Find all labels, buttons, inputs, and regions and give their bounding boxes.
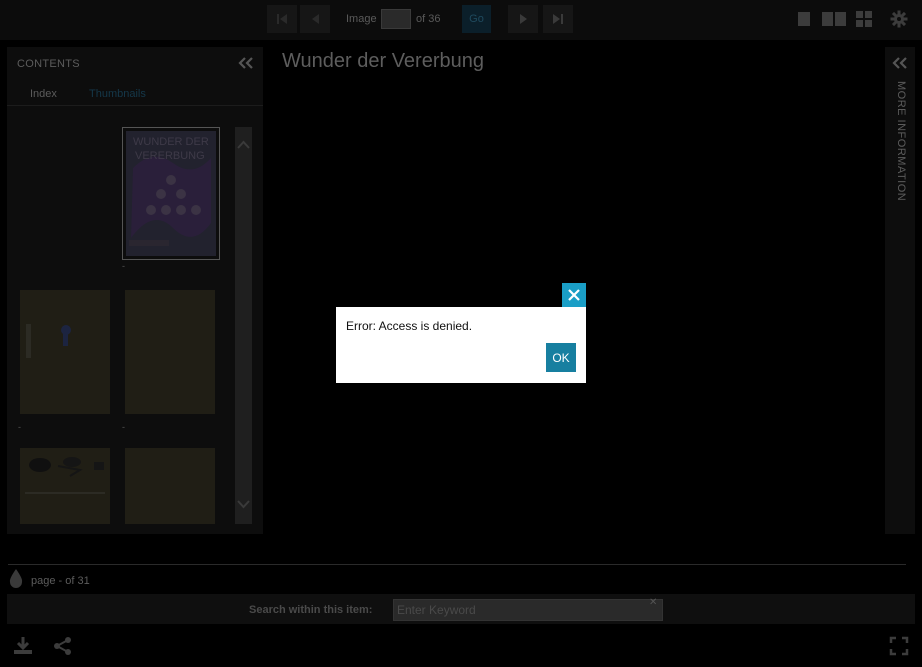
first-page-button[interactable] <box>267 5 297 33</box>
close-dialog-button[interactable] <box>562 283 586 307</box>
contents-panel: CONTENTS Index Thumbnails WUNDER DER VER… <box>7 47 263 534</box>
gallery-view-button[interactable] <box>852 5 876 33</box>
last-page-icon <box>553 14 563 24</box>
thumbnail-item[interactable] <box>20 290 110 414</box>
thumbnail-label: - <box>18 422 21 432</box>
more-information-panel: MORE INFORMATION <box>885 47 915 534</box>
tab-index[interactable]: Index <box>30 88 57 100</box>
image-count: of 36 <box>416 13 441 25</box>
gallery-view-icon <box>856 11 872 27</box>
two-page-view-button[interactable] <box>820 5 848 33</box>
ok-button[interactable]: OK <box>546 343 576 372</box>
double-chevron-left-icon <box>892 57 907 69</box>
error-dialog: Error: Access is denied. OK <box>336 307 586 383</box>
last-page-button[interactable] <box>543 5 573 33</box>
fullscreen-icon <box>889 636 909 656</box>
contents-title: CONTENTS <box>17 58 80 70</box>
image-number-input[interactable] <box>381 9 411 29</box>
cover-title-line-1: WUNDER DER <box>133 136 209 148</box>
chevron-down-icon[interactable] <box>235 496 252 512</box>
two-page-view-icon <box>822 12 846 26</box>
thumbnail-item[interactable] <box>125 448 215 524</box>
drop-icon <box>9 569 23 588</box>
page-thumbnail-image <box>26 324 71 358</box>
thumbnail-item[interactable] <box>20 448 110 524</box>
collapse-contents-button[interactable] <box>238 56 254 75</box>
tab-thumbnails[interactable]: Thumbnails <box>89 88 146 100</box>
thumbnail-label: - <box>122 422 125 432</box>
cover-thumbnail-image: WUNDER DER VERERBUNG <box>126 131 216 256</box>
download-button[interactable] <box>12 636 34 661</box>
error-message: Error: Access is denied. <box>346 319 473 333</box>
next-page-button[interactable] <box>508 5 538 33</box>
chevron-up-icon[interactable] <box>235 137 252 153</box>
page-title: Wunder der Vererbung <box>282 50 484 72</box>
download-icon <box>14 637 32 654</box>
thumbnail-item[interactable] <box>125 290 215 414</box>
tabs-divider <box>7 105 263 106</box>
fullscreen-button[interactable] <box>889 636 909 661</box>
single-page-view-icon <box>798 12 810 26</box>
page-thumbnail-image <box>25 457 105 494</box>
settings-icon <box>890 10 908 28</box>
search-label: Search within this item: <box>249 604 373 616</box>
thumbnails-scrollbar[interactable] <box>235 127 252 524</box>
close-icon <box>568 289 580 301</box>
clear-search-icon[interactable]: ✕ <box>649 597 657 608</box>
first-page-icon <box>277 14 287 24</box>
divider <box>8 564 906 565</box>
settings-button[interactable] <box>886 5 912 33</box>
page-info: page - of 31 <box>31 575 90 587</box>
search-bar: Search within this item: Enter Keyword ✕ <box>7 594 915 624</box>
prev-page-button[interactable] <box>300 5 330 33</box>
thumbnail-item[interactable]: WUNDER DER VERERBUNG <box>122 127 220 260</box>
go-button[interactable]: Go <box>462 5 491 33</box>
share-icon <box>54 637 71 655</box>
share-button[interactable] <box>53 636 73 661</box>
expand-more-info-button[interactable] <box>892 56 908 75</box>
cover-title-line-2: VERERBUNG <box>135 150 205 162</box>
more-information-label[interactable]: MORE INFORMATION <box>895 81 907 201</box>
image-label: Image <box>346 13 377 25</box>
single-page-view-button[interactable] <box>792 5 816 33</box>
search-input[interactable]: Enter Keyword <box>393 599 663 621</box>
thumbnail-label: - <box>122 261 125 271</box>
prev-page-icon <box>312 14 319 24</box>
toolbar: Image of 36 Go <box>0 0 922 40</box>
double-chevron-left-icon <box>238 57 253 69</box>
next-page-icon <box>520 14 527 24</box>
